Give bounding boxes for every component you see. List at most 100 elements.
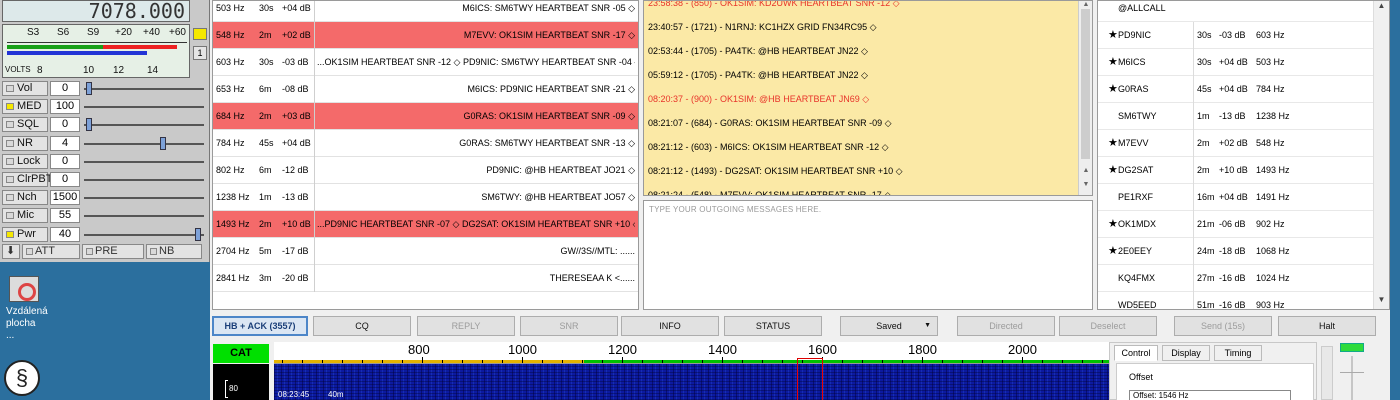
control-button[interactable]: Mic	[2, 208, 48, 224]
status-button[interactable]: STATUS	[724, 316, 822, 336]
send-button[interactable]: Send (15s)	[1174, 316, 1272, 336]
down-arrow-icon[interactable]: ⬇	[2, 244, 20, 259]
control-button[interactable]: Vol	[2, 81, 48, 96]
table-row[interactable]: ★ PD9NIC 30s -03 dB 603 Hz	[1098, 22, 1374, 49]
table-row[interactable]: 603 Hz 30s -03 dB ...OK1SIM HEARTBEAT SNR -…	[213, 49, 638, 76]
outgoing-message-input[interactable]: TYPE YOUR OUTGOING MESSAGES HERE.	[643, 200, 1093, 310]
slider-thumb[interactable]	[160, 136, 167, 150]
table-row[interactable]: ★ G0RAS 45s +04 dB 784 Hz	[1098, 76, 1374, 103]
pre-toggle[interactable]: PRE	[82, 244, 144, 259]
slider-thumb[interactable]	[86, 82, 93, 95]
table-row[interactable]: WD5EED 51m -16 dB 903 Hz	[1098, 292, 1374, 309]
scroll-thumb[interactable]	[1081, 9, 1090, 159]
list-item[interactable]: 23:58:38 - (850) - OK1SIM: KD2UWK HEARTB…	[648, 1, 1078, 9]
control-button[interactable]: MED	[2, 99, 48, 115]
slider-thumb[interactable]	[194, 227, 201, 241]
list-item[interactable]: 23:40:57 - (1721) - N1RNJ: KC1HZX GRID F…	[648, 21, 1078, 33]
call-activity-list[interactable]: @ALLCALL ★ PD9NIC 30s -03 dB 603 Hz ★ M6ICS 30s +…	[1097, 0, 1390, 310]
directed-scrollbar[interactable]: ▲ ▲ ▼	[1078, 1, 1092, 195]
scroll-up-icon[interactable]: ▲	[1374, 1, 1389, 10]
control-value[interactable]: 40	[50, 226, 80, 242]
table-row[interactable]: 653 Hz 6m -08 dB M6ICS: PD9NIC HEARTBEAT SN…	[213, 76, 638, 103]
tab-display[interactable]: Display	[1162, 345, 1210, 361]
directed-button[interactable]: Directed	[957, 316, 1055, 336]
list-item[interactable]: 05:59:12 - (1705) - PA4TK: @HB HEARTBEAT…	[648, 69, 1078, 81]
tab-control[interactable]: Control	[1114, 345, 1158, 361]
cat-status-badge[interactable]: CAT	[213, 344, 269, 363]
control-slider-track[interactable]	[84, 106, 204, 109]
control-button[interactable]: NR	[2, 135, 48, 151]
table-row[interactable]: 2841 Hz 3m -20 dB THERESEAA K <......	[213, 265, 638, 292]
tab-timing[interactable]: Timing	[1214, 345, 1262, 361]
cq-button[interactable]: CQ	[313, 316, 411, 336]
control-button[interactable]: ClrPBT	[2, 172, 52, 187]
table-row[interactable]: SM6TWY 1m -13 dB 1238 Hz	[1098, 103, 1374, 130]
settings-scrollbar[interactable]	[1321, 346, 1333, 400]
offset-spinbox[interactable]: Offset: 1546 Hz	[1129, 390, 1291, 400]
table-row[interactable]: ★ M6ICS 30s +04 dB 503 Hz	[1098, 49, 1374, 76]
table-row[interactable]: 2704 Hz 5m -17 dB GW//3S//MTL: ......	[213, 238, 638, 265]
control-button[interactable]: Pwr	[2, 226, 48, 242]
hb-ack-button[interactable]: HB + ACK (3557)	[212, 316, 308, 336]
table-row[interactable]: 1493 Hz 2m +10 dB ...PD9NIC HEARTBEAT SNR -…	[213, 211, 638, 238]
control-value[interactable]: 4	[50, 135, 80, 151]
control-slider-track[interactable]	[84, 215, 204, 218]
band-activity-list[interactable]: 503 Hz 30s +04 dB M6ICS: SM6TWY HEARTBEAT S…	[212, 0, 639, 310]
list-item[interactable]: 02:53:44 - (1705) - PA4TK: @HB HEARTBEAT…	[648, 45, 1078, 57]
app-shortcut[interactable]: §	[4, 360, 44, 400]
list-item[interactable]: 08:21:12 - (603) - M6ICS: OK1SIM HEARTBE…	[648, 141, 1078, 153]
control-value[interactable]: 100	[50, 99, 80, 115]
control-slider-track[interactable]	[84, 160, 204, 163]
call-scrollbar[interactable]: ▲ ▼	[1373, 1, 1389, 309]
list-item[interactable]: 08:21:07 - (684) - G0RAS: OK1SIM HEARTBE…	[648, 117, 1078, 129]
table-row[interactable]: @ALLCALL	[1098, 1, 1374, 22]
slider-thumb[interactable]	[86, 118, 93, 132]
table-row[interactable]: 548 Hz 2m +02 dB M7EVV: OK1SIM HEARTBEAT SN…	[213, 22, 638, 49]
control-value[interactable]: 0	[50, 172, 80, 187]
control-button[interactable]: SQL	[2, 117, 48, 133]
deselect-button[interactable]: Deselect	[1059, 316, 1157, 336]
saved-dropdown[interactable]: Saved ▼	[840, 316, 938, 336]
info-button[interactable]: INFO	[621, 316, 719, 336]
waterfall-display[interactable]: 08:23:45 40m	[274, 364, 1117, 400]
control-value[interactable]: 55	[50, 208, 80, 224]
scroll-up-icon[interactable]: ▲	[1079, 1, 1092, 8]
table-row[interactable]: 503 Hz 30s +04 dB M6ICS: SM6TWY HEARTBEAT S…	[213, 1, 638, 22]
table-row[interactable]: 802 Hz 6m -12 dB PD9NIC: @HB HEARTBEAT JO21…	[213, 157, 638, 184]
scroll-down-icon[interactable]: ▼	[1374, 295, 1389, 304]
table-row[interactable]: KQ4FMX 27m -16 dB 1024 Hz	[1098, 265, 1374, 292]
reply-button[interactable]: REPLY	[417, 316, 515, 336]
table-row[interactable]: PE1RXF 16m +04 dB 1491 Hz	[1098, 184, 1374, 211]
table-row[interactable]: ★ OK1MDX 21m -06 dB 902 Hz	[1098, 211, 1374, 238]
remote-desktop-shortcut[interactable]: Vzdálená plocha ...	[4, 276, 48, 342]
table-row[interactable]: 784 Hz 45s +04 dB G0RAS: SM6TWY HEARTBEAT S…	[213, 130, 638, 157]
control-slider-track[interactable]	[84, 88, 204, 90]
list-item[interactable]: 08:21:12 - (1493) - DG2SAT: OK1SIM HEART…	[648, 165, 1078, 177]
frequency-scale[interactable]: 800 1000 1200 1400 1600 1800 2000	[274, 342, 1117, 364]
table-row[interactable]: 1238 Hz 1m -13 dB SM6TWY: @HB HEARTBEAT JO5…	[213, 184, 638, 211]
audio-level-slider[interactable]	[1351, 356, 1353, 400]
control-button[interactable]: Nch	[2, 190, 48, 206]
control-value[interactable]: 0	[50, 81, 80, 96]
table-row[interactable]: 684 Hz 2m +03 dB G0RAS: OK1SIM HEARTBEAT SN…	[213, 103, 638, 130]
halt-button[interactable]: Halt	[1278, 316, 1376, 336]
att-toggle[interactable]: ATT	[22, 244, 80, 259]
nb-toggle[interactable]: NB	[146, 244, 202, 259]
control-button[interactable]: Lock	[2, 153, 48, 169]
snr-button[interactable]: SNR	[520, 316, 618, 336]
control-value[interactable]: 0	[50, 153, 80, 169]
list-item[interactable]: 08:20:37 - (900) - OK1SIM: @HB HEARTBEAT…	[648, 93, 1078, 105]
scroll-up-icon[interactable]: ▲	[1079, 167, 1092, 174]
control-slider-track[interactable]	[84, 233, 204, 236]
scroll-down-icon[interactable]: ▼	[1079, 181, 1092, 188]
control-slider-track[interactable]	[84, 142, 204, 145]
table-row[interactable]: ★ 2E0EEY 24m -18 dB 1068 Hz	[1098, 238, 1374, 265]
list-item[interactable]: 08:21:24 - (548) - M7EVV: OK1SIM HEARTBE…	[648, 189, 1078, 195]
control-value[interactable]: 1500	[50, 190, 80, 206]
table-row[interactable]: ★ M7EVV 2m +02 dB 548 Hz	[1098, 130, 1374, 157]
control-slider-track[interactable]	[84, 197, 204, 200]
directed-messages-panel[interactable]: 23:58:38 - (850) - OK1SIM: KD2UWK HEARTB…	[643, 0, 1093, 196]
control-slider-track[interactable]	[84, 124, 204, 127]
table-row[interactable]: ★ DG2SAT 2m +10 dB 1493 Hz	[1098, 157, 1374, 184]
memory-indicator[interactable]: 1	[193, 46, 207, 60]
